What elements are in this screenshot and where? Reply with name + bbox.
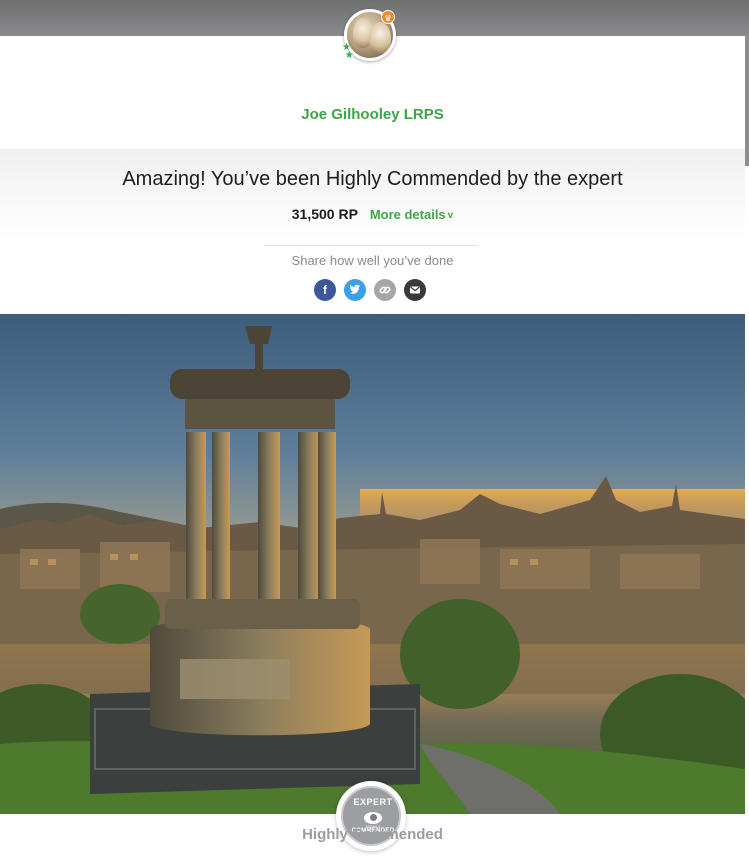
reward-points: 31,500 RP	[291, 206, 358, 222]
result-headline: Amazing! You’ve been Highly Commended by…	[122, 168, 623, 190]
page: Joe Gilhooley LRPS Amazing! You’ve been …	[0, 0, 749, 858]
overlay-backdrop-edge	[745, 36, 749, 166]
badge-top-text: EXPERT	[353, 797, 393, 807]
share-buttons: f	[314, 279, 426, 301]
owl-image-right	[369, 22, 391, 54]
divider	[264, 245, 478, 246]
link-icon[interactable]	[374, 279, 396, 301]
result-band	[0, 149, 745, 239]
mail-icon[interactable]	[404, 279, 426, 301]
star-icon: ★ ★	[342, 42, 354, 61]
chevron-down-icon: v	[447, 210, 454, 221]
user-name[interactable]: Joe Gilhooley LRPS	[0, 106, 745, 123]
more-details-label: More details	[369, 207, 446, 222]
more-details-link[interactable]: More details v	[370, 207, 453, 222]
share-label: Share how well you’ve done	[291, 253, 454, 268]
facebook-icon[interactable]: f	[314, 279, 336, 301]
crown-icon: ♛	[381, 10, 395, 24]
result-card: Joe Gilhooley LRPS Amazing! You’ve been …	[0, 36, 745, 858]
twitter-icon[interactable]	[344, 279, 366, 301]
submitted-photo[interactable]	[0, 314, 745, 814]
eye-pupil-icon	[370, 814, 377, 821]
award-label: Highly Commended	[302, 826, 443, 843]
points-row: 31,500 RP More details v	[0, 206, 745, 222]
